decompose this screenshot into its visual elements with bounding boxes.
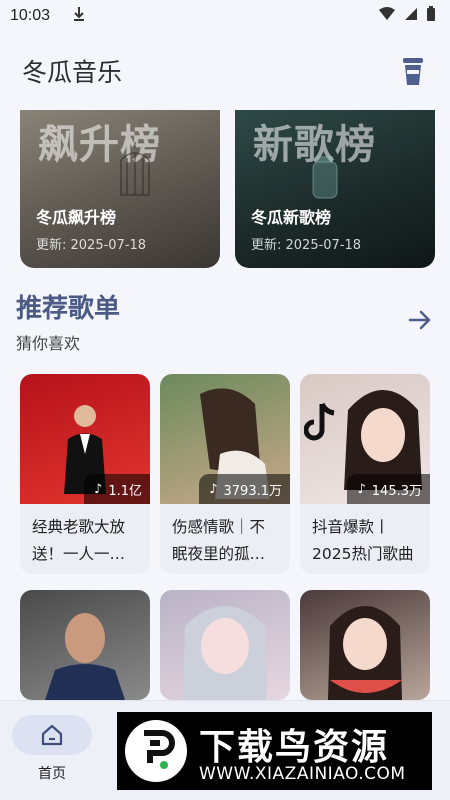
jar-graphic: [312, 156, 338, 199]
watermark: 下载鸟资源 WWW.XIAZAINIAO.COM: [117, 712, 432, 790]
nav-home-label[interactable]: 首页: [12, 763, 92, 783]
battery-icon: [426, 6, 436, 26]
section-title: 推荐歌单: [16, 294, 121, 324]
playlist-title: 经典老歌大放送！一人一…: [32, 518, 126, 563]
app-header: 冬瓜音乐: [0, 32, 450, 110]
girl-watermelon-figure: [328, 606, 402, 700]
man-figure: [45, 613, 125, 700]
nav-home-button[interactable]: [12, 715, 92, 755]
play-count-value: 3793.1万: [223, 483, 283, 499]
play-count-value: 1.1亿: [108, 483, 142, 499]
play-count: ♪ 145.3万: [347, 474, 430, 504]
play-count: ♪ 3793.1万: [199, 474, 290, 504]
music-note-icon: ♪: [209, 481, 218, 497]
watermark-text: 下载鸟资源: [199, 727, 390, 768]
playlist-card[interactable]: ♪ 3793.1万 伤感情歌｜不眠夜里的孤…: [160, 374, 290, 574]
playlist-cover: ♪ 1.1亿: [20, 374, 150, 504]
playlist-title: 伤感情歌｜不眠夜里的孤…: [172, 518, 266, 563]
playlist-card[interactable]: ♪ 1.1亿 经典老歌大放送！一人一…: [20, 374, 150, 574]
playlist-card[interactable]: [160, 590, 290, 700]
music-note-icon: ♪: [357, 481, 366, 497]
app-title: 冬瓜音乐: [22, 58, 123, 87]
playlist-card[interactable]: [20, 590, 150, 700]
chart-card-rising[interactable]: 飙升榜 冬瓜飙升榜 更新: 2025-07-18: [20, 110, 220, 268]
download-arrow-icon: [72, 6, 86, 26]
arrow-right-icon[interactable]: [404, 306, 436, 334]
playlist-title: 抖音爆款丨2025热门歌曲: [312, 518, 414, 563]
playlist-card[interactable]: [300, 590, 430, 700]
bird-logo-icon: [125, 720, 187, 782]
main-content: 飙升榜 冬瓜飙升榜 更新: 2025-07-18 新歌榜 冬瓜新歌榜 更新: 2…: [0, 110, 450, 700]
status-bar: 10:03: [0, 0, 450, 32]
play-count: ♪ 1.1亿: [84, 474, 150, 504]
play-count-value: 145.3万: [371, 483, 422, 499]
watermark-url: WWW.XIAZAINIAO.COM: [199, 764, 406, 784]
chart-update-date: 更新: 2025-07-18: [36, 238, 147, 253]
wifi-icon: [378, 7, 396, 25]
chart-card-new[interactable]: 新歌榜 冬瓜新歌榜 更新: 2025-07-18: [235, 110, 435, 268]
home-icon: [41, 724, 63, 746]
music-note-icon: ♪: [94, 481, 103, 497]
signal-icon: [404, 7, 418, 25]
section-subtitle: 猜你喜欢: [16, 334, 81, 353]
playlist-card[interactable]: ♪ 145.3万 抖音爆款丨2025热门歌曲: [300, 374, 430, 574]
tiktok-logo-icon: [304, 402, 335, 441]
birdcage-graphic: [120, 142, 150, 196]
playlist-cover: ♪ 3793.1万: [160, 374, 290, 504]
chart-name: 冬瓜飙升榜: [36, 208, 117, 227]
playlist-cover: ♪ 145.3万: [300, 374, 430, 504]
chart-name: 冬瓜新歌榜: [251, 208, 332, 227]
cup-icon[interactable]: [398, 54, 428, 88]
chart-update-date: 更新: 2025-07-18: [251, 238, 362, 253]
girl-figure: [183, 606, 267, 700]
status-time: 10:03: [10, 7, 51, 24]
